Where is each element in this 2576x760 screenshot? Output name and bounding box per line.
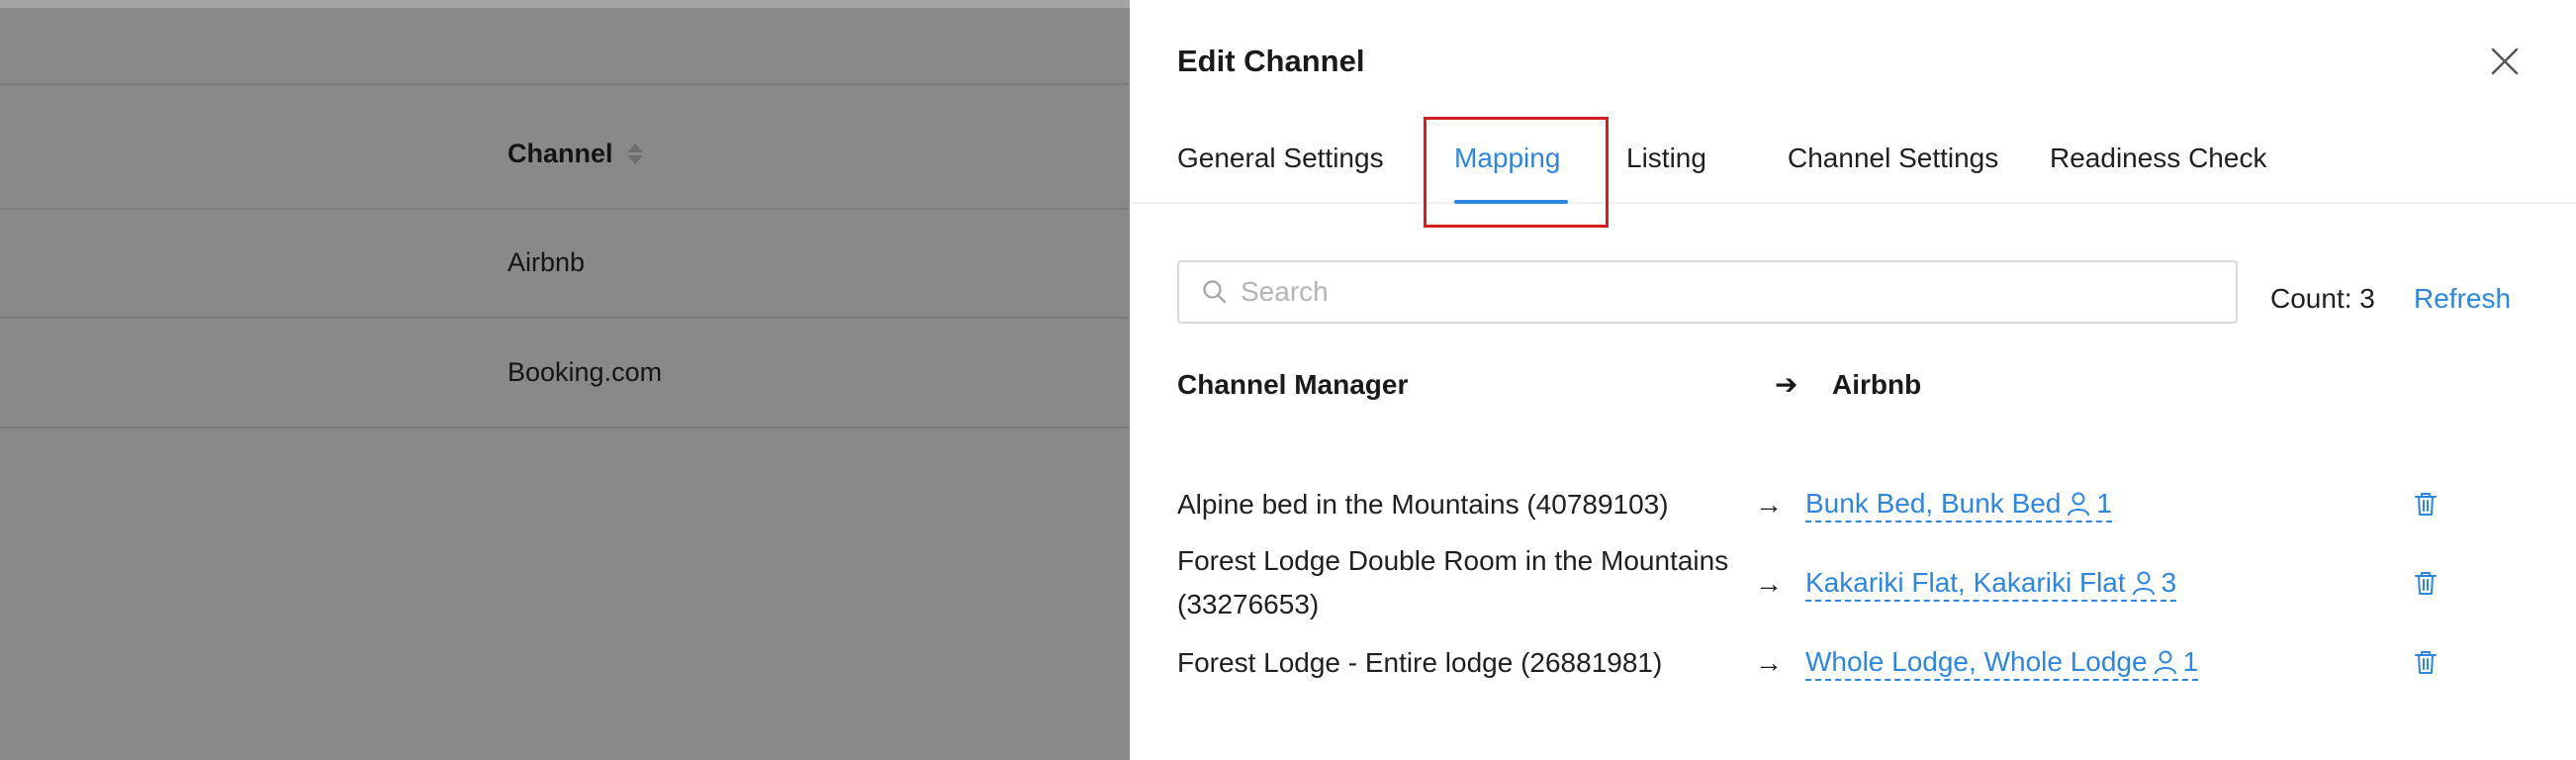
search-input[interactable] (1241, 276, 2210, 308)
tab-readiness-check[interactable]: Readiness Check (2050, 142, 2266, 174)
trash-icon[interactable] (2412, 569, 2439, 597)
mapping-arrow: → (1755, 489, 1783, 520)
column-header-channel-manager: Channel Manager (1177, 369, 1409, 400)
mapping-source-label: Alpine bed in the Mountains (40789103) (1177, 489, 1669, 520)
trash-icon[interactable] (2412, 648, 2439, 676)
tab-channel-settings[interactable]: Channel Settings (1788, 142, 1998, 174)
background-divider (0, 208, 1130, 210)
drawer-title: Edit Channel (1177, 44, 1365, 78)
column-header-airbnb: Airbnb (1832, 369, 1922, 400)
sort-icon[interactable] (626, 143, 643, 164)
close-icon (2491, 48, 2519, 75)
mapping-target-link[interactable]: Whole Lodge, Whole Lodge 1 (1805, 645, 2199, 681)
mapping-source-label: Forest Lodge Double Room in the Mountain… (1177, 545, 1729, 619)
tab-bar: General Settings Mapping Listing Channel… (1130, 129, 2576, 204)
mapping-source-label: Forest Lodge - Entire lodge (26881981) (1177, 647, 1663, 678)
search-field[interactable] (1177, 260, 2238, 324)
mapping-arrow: → (1755, 647, 1783, 678)
table-cell-channel: Booking.com (507, 357, 663, 387)
background-overlay[interactable]: Channel Airbnb Booking.com (0, 0, 1130, 760)
tab-general-settings[interactable]: General Settings (1177, 142, 1384, 174)
mapping-target-link[interactable]: Kakariki Flat, Kakariki Flat 3 (1805, 566, 2177, 602)
mapping-arrow: → (1755, 568, 1783, 599)
refresh-link[interactable]: Refresh (2414, 283, 2511, 315)
background-divider (0, 83, 1130, 85)
user-icon (2154, 650, 2176, 675)
column-arrow: ➔ (1775, 369, 1798, 400)
column-header-channel[interactable]: Channel (507, 139, 643, 169)
search-icon (1203, 280, 1227, 304)
tab-listing[interactable]: Listing (1626, 142, 1706, 174)
table-cell-channel: Airbnb (507, 247, 586, 277)
highlight-box (1424, 117, 1609, 228)
trash-icon[interactable] (2412, 490, 2439, 518)
background-divider (0, 427, 1130, 428)
edit-channel-drawer: Edit Channel General Settings Mapping Li… (1130, 0, 2576, 760)
user-icon (2068, 492, 2090, 517)
mapping-target-link[interactable]: Bunk Bed, Bunk Bed 1 (1805, 487, 2112, 522)
count-label: Count: 3 (2270, 283, 2375, 314)
background-divider (0, 317, 1130, 319)
background-top-strip (0, 0, 1130, 8)
user-icon (2132, 571, 2155, 596)
close-button[interactable] (2487, 44, 2523, 79)
